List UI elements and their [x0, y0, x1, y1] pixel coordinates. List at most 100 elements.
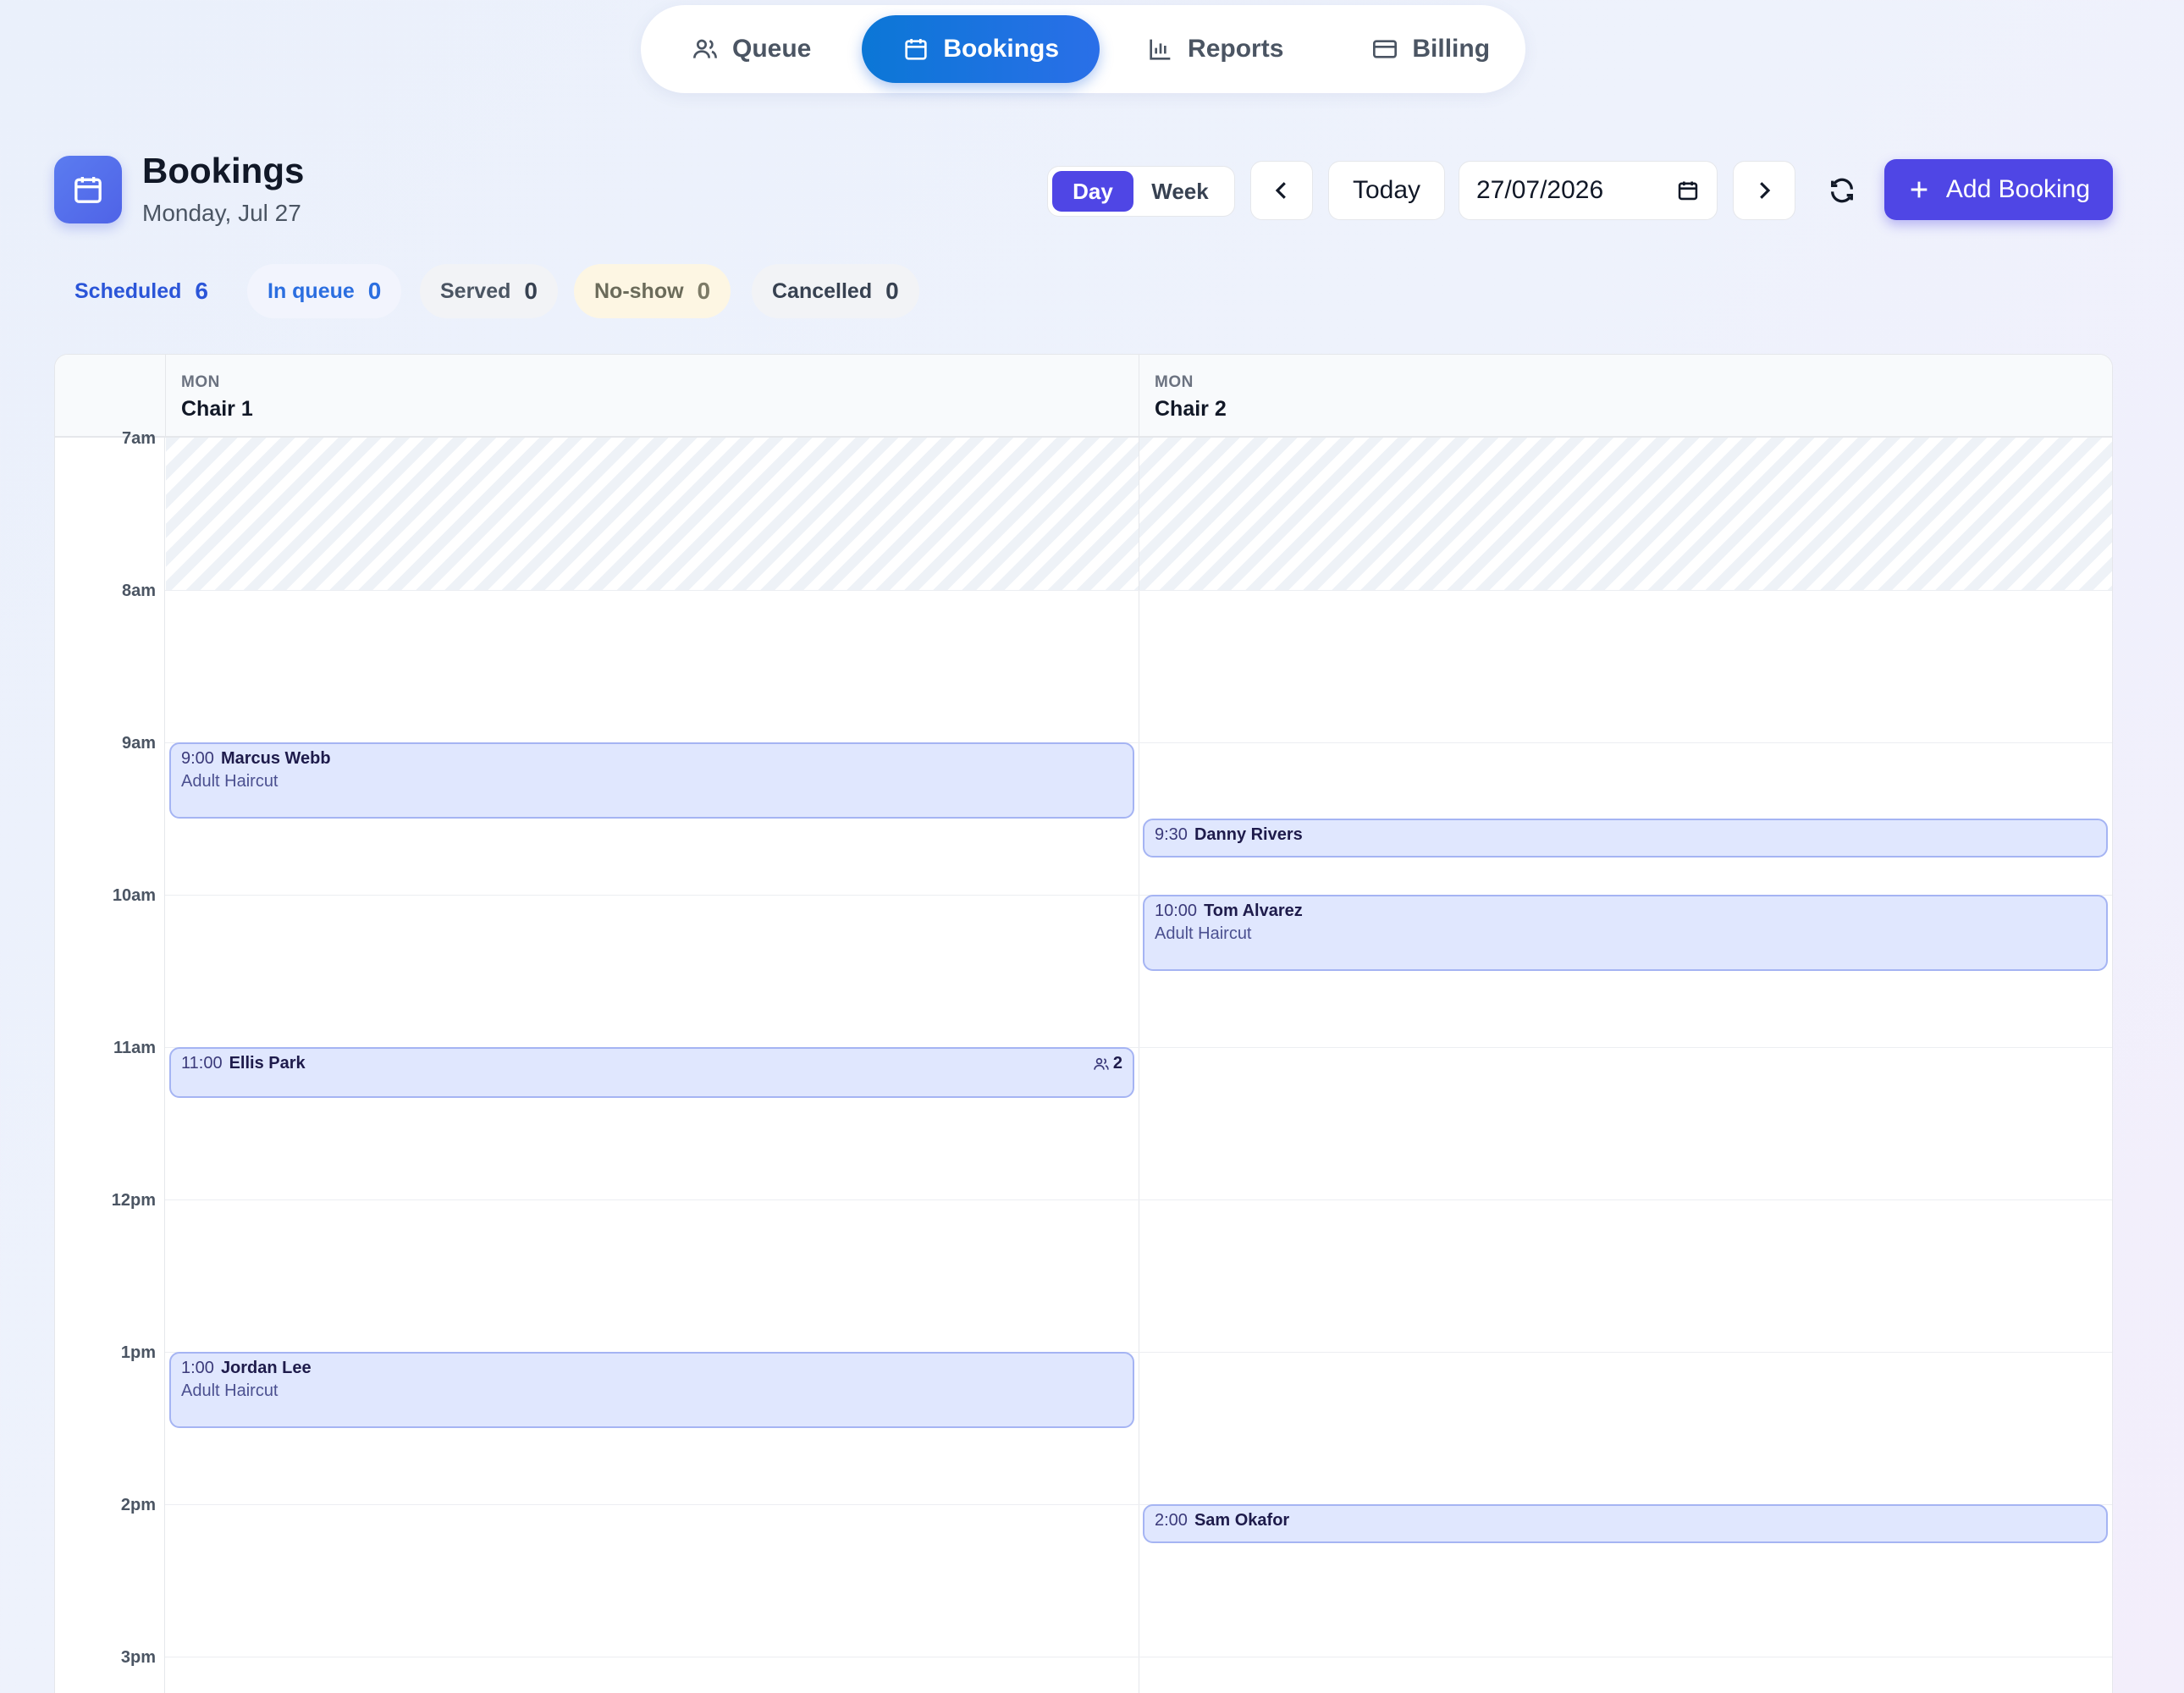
time-label: 9am: [121, 734, 156, 753]
booking-heading: 11:00 Ellis Park: [181, 1054, 1122, 1073]
party-count: 2: [1112, 1054, 1122, 1073]
add-booking-label: Add Booking: [1945, 175, 2091, 203]
booking-service: Adult Haircut: [181, 772, 279, 791]
users-icon: [1094, 1057, 1109, 1070]
booking-customer-name: Sam Okafor: [1194, 1511, 1290, 1530]
time-label: 10am: [112, 886, 156, 905]
time-label: 3pm: [120, 1648, 156, 1667]
hour-line: [165, 590, 2112, 591]
time-label: 7am: [121, 429, 156, 448]
status-count: 0: [697, 278, 711, 304]
calendar-picker-icon[interactable]: [1676, 179, 1700, 202]
booking-block[interactable]: 9:00 Marcus Webb Adult Haircut: [169, 742, 1134, 819]
booking-block[interactable]: 1:00 Jordan Lee Adult Haircut: [169, 1352, 1134, 1428]
closed-hours-block: [1139, 438, 2112, 590]
booking-time: 1:00: [181, 1359, 214, 1377]
top-nav: Queue Bookings Reports Billing: [641, 5, 1525, 93]
status-pill-cancelled[interactable]: Cancelled 0: [752, 264, 919, 318]
tab-bookings[interactable]: Bookings: [862, 15, 1100, 83]
tab-queue[interactable]: Queue: [651, 15, 852, 83]
tab-billing-label: Billing: [1412, 35, 1491, 63]
time-label: 12pm: [111, 1191, 156, 1210]
booking-time: 10:00: [1155, 902, 1198, 920]
status-pill-no-show[interactable]: No-show 0: [574, 264, 731, 318]
booking-time: 9:30: [1155, 825, 1188, 844]
today-button[interactable]: Today: [1328, 161, 1445, 220]
booking-heading: 1:00 Jordan Lee: [181, 1359, 1122, 1378]
booking-service: Adult Haircut: [181, 1381, 279, 1400]
bar-chart-icon: [1150, 39, 1171, 60]
prev-day-button[interactable]: [1250, 161, 1313, 220]
credit-card-icon: [1373, 40, 1398, 58]
booking-customer-name: Jordan Lee: [220, 1359, 312, 1377]
view-week-button[interactable]: Week: [1133, 171, 1227, 212]
booking-block[interactable]: 2:00 Sam Okafor: [1143, 1504, 2108, 1543]
status-label: No-show: [594, 278, 684, 303]
status-pill-in-queue[interactable]: In queue 0: [247, 264, 402, 318]
booking-customer-name: Tom Alvarez: [1204, 902, 1303, 920]
time-label: 11am: [113, 1039, 156, 1057]
calendar-header: MON Chair 1 MON Chair 2: [55, 355, 2112, 438]
tab-reports-label: Reports: [1188, 35, 1284, 63]
next-day-button[interactable]: [1733, 161, 1795, 220]
hour-line: [165, 1199, 2112, 1200]
refresh-button[interactable]: [1821, 169, 1863, 212]
refresh-icon: [1831, 178, 1853, 203]
calendar-icon: [74, 177, 102, 203]
time-gutter: 7am 8am 9am 10am 11am 12pm 1pm 2pm 3pm: [55, 429, 165, 1693]
booking-heading: 2:00 Sam Okafor: [1155, 1511, 2096, 1530]
status-count: 0: [885, 278, 899, 304]
closed-hours-block: [166, 438, 1139, 590]
page-subtitle: Monday, Jul 27: [142, 200, 301, 226]
booking-block[interactable]: 9:30 Danny Rivers: [1143, 819, 2108, 858]
column-chair-name: Chair 2: [1155, 397, 1227, 421]
page-title: Bookings: [142, 151, 305, 190]
column-header-chair-1: MON Chair 1: [165, 355, 1139, 438]
status-label: Scheduled: [74, 278, 182, 303]
column-day: MON: [181, 373, 220, 391]
date-input[interactable]: 27/07/2026: [1459, 161, 1718, 220]
time-label: 2pm: [120, 1496, 156, 1514]
booking-customer-name: Marcus Webb: [220, 749, 331, 768]
booking-service: Adult Haircut: [1155, 924, 1252, 943]
time-label: 1pm: [120, 1343, 156, 1362]
booking-heading: 9:00 Marcus Webb: [181, 749, 1122, 769]
status-count: 0: [524, 278, 538, 304]
status-label: Cancelled: [772, 278, 873, 303]
plus-icon: [1911, 181, 1928, 198]
column-day: MON: [1155, 373, 1194, 391]
status-label: Served: [440, 278, 511, 303]
status-pill-served[interactable]: Served 0: [420, 264, 558, 318]
view-day-button[interactable]: Day: [1052, 171, 1133, 212]
status-label: In queue: [267, 278, 355, 303]
status-count: 0: [367, 278, 382, 304]
view-toggle: Day Week: [1047, 166, 1235, 217]
chevron-left-icon: [1275, 182, 1286, 199]
users-icon: [693, 39, 717, 58]
booking-party-size: 2: [1093, 1054, 1122, 1073]
chevron-right-icon: [1760, 182, 1771, 199]
booking-block[interactable]: 10:00 Tom Alvarez Adult Haircut: [1143, 895, 2108, 971]
booking-heading: 9:30 Danny Rivers: [1155, 825, 2096, 845]
booking-heading: 10:00 Tom Alvarez: [1155, 902, 2096, 921]
calendar-icon: [905, 39, 928, 60]
status-pill-scheduled[interactable]: Scheduled 6: [54, 264, 229, 318]
booking-customer-name: Ellis Park: [229, 1054, 306, 1073]
booking-time: 2:00: [1155, 1511, 1188, 1530]
column-chair-name: Chair 1: [181, 397, 253, 421]
column-header-chair-2: MON Chair 2: [1139, 355, 2112, 438]
add-booking-button[interactable]: Add Booking: [1884, 159, 2113, 220]
calendar-body[interactable]: 7am 8am 9am 10am 11am 12pm 1pm 2pm 3pm 9:00 Marcu…: [55, 429, 2112, 1693]
tab-reports[interactable]: Reports: [1106, 15, 1324, 83]
booking-block[interactable]: 11:00 Ellis Park 2: [169, 1047, 1134, 1098]
tab-bookings-label: Bookings: [943, 35, 1060, 63]
time-label: 8am: [121, 582, 156, 600]
calendar-grid: MON Chair 1 MON Chair 2 7am 8am 9am 10am 11a…: [54, 354, 2113, 1693]
booking-customer-name: Danny Rivers: [1194, 825, 1303, 844]
booking-time: 11:00: [181, 1054, 223, 1073]
tab-billing[interactable]: Billing: [1331, 15, 1530, 83]
status-count: 6: [195, 278, 208, 304]
tab-queue-label: Queue: [732, 35, 812, 63]
date-input-value: 27/07/2026: [1476, 176, 1604, 204]
page-icon: [54, 156, 122, 223]
